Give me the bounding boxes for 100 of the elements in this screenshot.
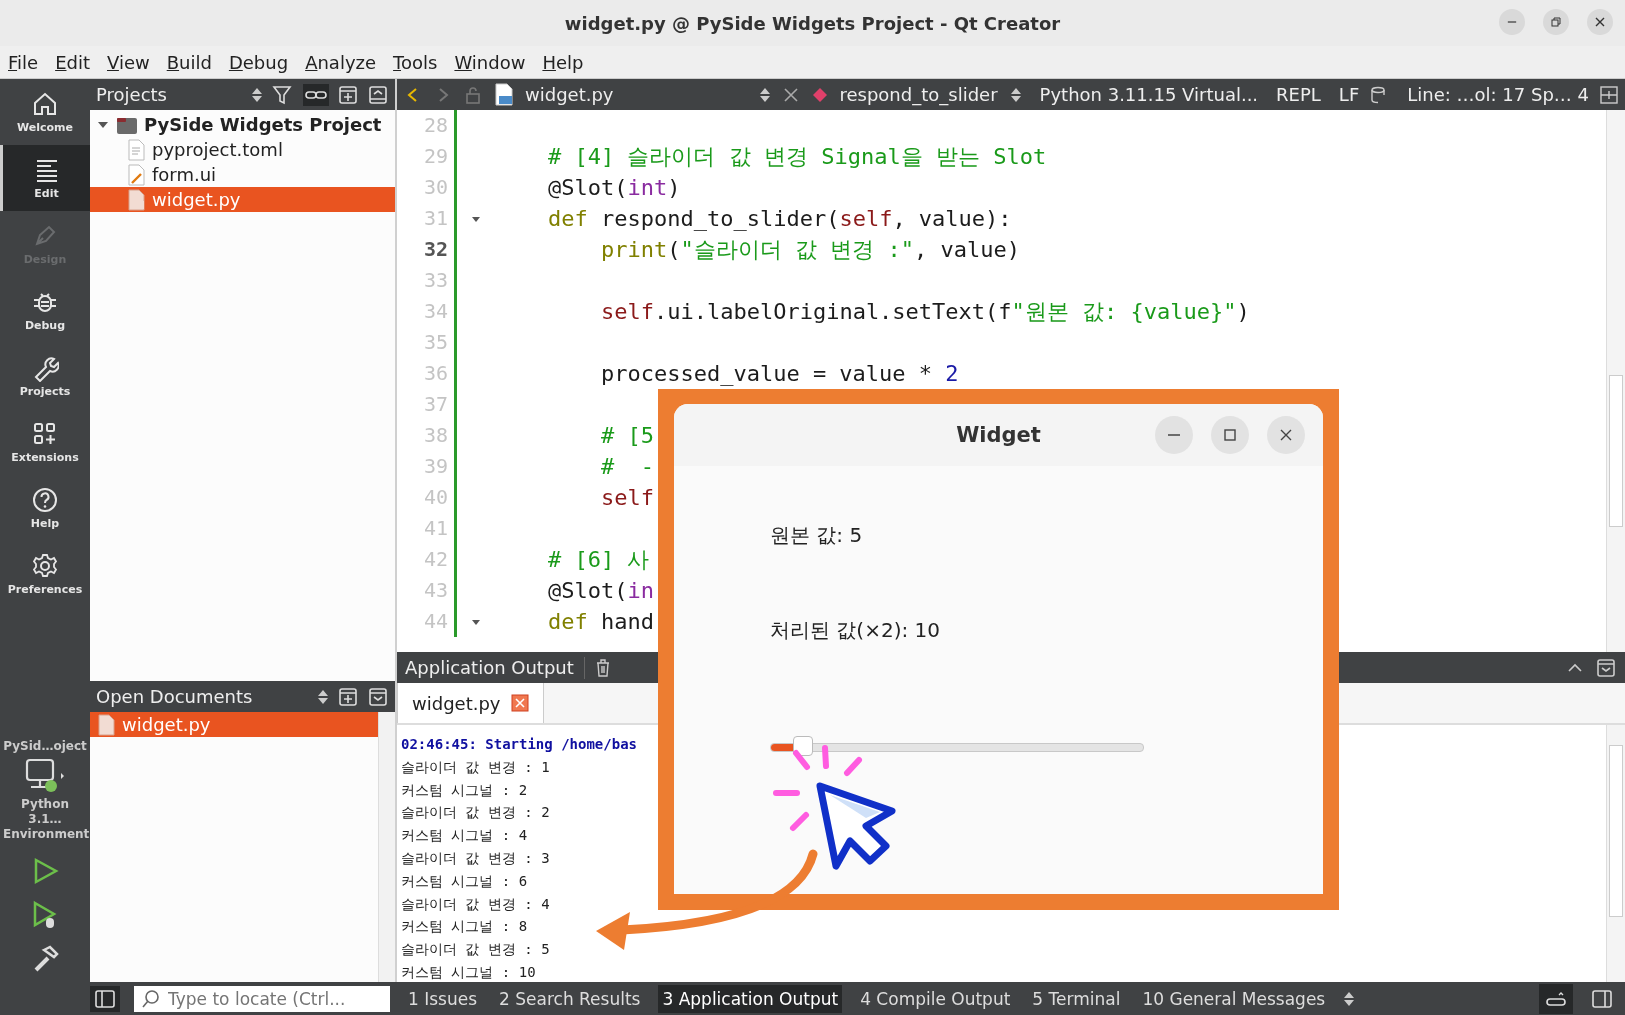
- minimize-button[interactable]: [1499, 9, 1525, 35]
- output-line: 슬라이더 값 변경 : 5: [401, 940, 550, 960]
- tree-item[interactable]: form.ui: [90, 162, 395, 187]
- output-pane-tab[interactable]: 3 Application Output: [658, 984, 843, 1013]
- line-number: 41: [397, 513, 457, 544]
- interpreter-selector[interactable]: Python 3.11.15 Virtual...: [1039, 84, 1259, 105]
- python-file-icon: [126, 188, 146, 211]
- collapse-icon[interactable]: [1595, 656, 1617, 679]
- mode-button[interactable]: Welcome: [0, 79, 90, 145]
- panel-title[interactable]: Open Documents: [96, 686, 309, 707]
- code-line: self: [599, 485, 654, 510]
- line-number: 38: [397, 420, 457, 451]
- mode-button[interactable]: Extensions: [0, 409, 90, 475]
- original-value-label: 원본 값: 5: [770, 522, 863, 549]
- slider-thumb[interactable]: [792, 735, 813, 756]
- restore-icon: [1550, 16, 1562, 28]
- window-title: Widget: [956, 423, 1041, 447]
- panel-title[interactable]: Projects: [96, 84, 243, 105]
- code-line: self.ui.labelOriginal.setText(f"원본 값: {value}"): [599, 297, 1250, 326]
- expand-panel-icon[interactable]: [367, 685, 389, 708]
- output-line: 슬라이더 값 변경 : 4: [401, 894, 550, 914]
- collapse-icon[interactable]: [367, 83, 389, 106]
- line-number: 44: [397, 606, 457, 637]
- menu-item[interactable]: File: [8, 51, 39, 73]
- mode-button[interactable]: Edit: [0, 145, 90, 211]
- close-icon[interactable]: [510, 694, 529, 712]
- output-pane-tab[interactable]: 1 Issues: [404, 984, 482, 1013]
- python-file-icon: [96, 713, 116, 736]
- menu-item[interactable]: Help: [542, 51, 584, 73]
- tree-item[interactable]: pyproject.toml: [90, 137, 395, 162]
- processed-value-label: 처리된 값(×2): 10: [770, 617, 940, 644]
- window-title: widget.py @ PySide Widgets Project - Qt Creator: [564, 12, 1061, 34]
- code-line: # -: [599, 454, 654, 479]
- menu-item[interactable]: Tools: [393, 51, 438, 73]
- document-item[interactable]: widget.py: [90, 712, 378, 737]
- code-line: print("슬라이더 값 변경 :", value): [599, 235, 1020, 264]
- line-number: 28: [397, 110, 457, 141]
- output-pane-tab[interactable]: 10 General Messages: [1138, 984, 1330, 1013]
- project-label: PySid…oject: [2, 739, 88, 753]
- progress-toggle-icon[interactable]: [1539, 983, 1573, 1014]
- settings-icon: [31, 552, 59, 580]
- line-number: 33: [397, 265, 457, 296]
- split-icon[interactable]: [1599, 84, 1619, 105]
- code-line: processed_value = value * 2: [599, 361, 959, 386]
- link-icon[interactable]: [303, 83, 329, 106]
- sidebar-toggle-icon[interactable]: [90, 985, 120, 1012]
- output-tab[interactable]: widget.py: [397, 683, 544, 723]
- menu-item[interactable]: View: [107, 51, 150, 73]
- line-number: 40: [397, 482, 457, 513]
- maximize-icon: [1223, 428, 1237, 442]
- code-line: @Slot(in: [546, 578, 654, 603]
- minimize-icon: [1168, 433, 1180, 437]
- scrollbar[interactable]: [378, 712, 395, 982]
- output-line: 커스텀 시그널 : 10: [401, 962, 536, 982]
- slider[interactable]: [770, 736, 1144, 758]
- tree-item[interactable]: PySide Widgets Project: [90, 112, 395, 137]
- code-line: def hand: [546, 609, 654, 634]
- mode-button[interactable]: Debug: [0, 277, 90, 343]
- diamond-icon: [811, 85, 830, 104]
- mode-button[interactable]: Preferences: [0, 541, 90, 607]
- scrollbar[interactable]: [1606, 725, 1625, 982]
- output-pane-tab[interactable]: 4 Compile Output: [856, 984, 1015, 1013]
- file-selector[interactable]: widget.py: [525, 84, 750, 105]
- locate-field[interactable]: Type to locate (Ctrl...: [134, 985, 390, 1012]
- mode-button[interactable]: Projects: [0, 343, 90, 409]
- maximize-button[interactable]: [1211, 416, 1249, 454]
- python-file-icon: [493, 82, 515, 107]
- tree-item[interactable]: widget.py: [90, 187, 395, 212]
- search-icon: [140, 988, 162, 1009]
- menu-item[interactable]: Debug: [228, 51, 289, 73]
- output-line: 슬라이더 값 변경 : 2: [401, 803, 550, 823]
- symbol-selector[interactable]: respond_to_slider: [839, 84, 998, 105]
- repl-button[interactable]: REPL: [1276, 84, 1321, 105]
- menu-item[interactable]: Build: [166, 51, 212, 73]
- menu-item[interactable]: Edit: [55, 51, 90, 73]
- line-number: 36: [397, 358, 457, 389]
- file-icon: [126, 138, 146, 161]
- output-line: 커스텀 시그널 : 4: [401, 826, 528, 846]
- line-number: 42: [397, 544, 457, 575]
- line-number: 35: [397, 327, 457, 358]
- line-number: 29: [397, 141, 457, 172]
- cursor-position[interactable]: Line: …ol: 17 Sp… 4: [1407, 84, 1589, 105]
- line-number: 32: [397, 234, 457, 265]
- restore-button[interactable]: [1543, 9, 1569, 35]
- output-pane-tab[interactable]: 5 Terminal: [1028, 984, 1125, 1013]
- menu-item[interactable]: Analyze: [305, 51, 377, 73]
- pane-title: Application Output: [405, 657, 574, 678]
- output-line: 커스텀 시그널 : 2: [401, 780, 528, 800]
- scrollbar[interactable]: [1606, 110, 1625, 652]
- mode-button[interactable]: Help: [0, 475, 90, 541]
- output-pane-tab[interactable]: 2 Search Results: [495, 984, 645, 1013]
- split-add-icon[interactable]: [337, 685, 359, 708]
- output-line: 슬라이더 값 변경 : 1: [401, 757, 550, 777]
- split-add-icon[interactable]: [337, 83, 359, 106]
- close-button[interactable]: [1587, 9, 1613, 35]
- kit-label: Python 3.1… Environment: [3, 797, 87, 842]
- line-ending-label[interactable]: LF: [1338, 84, 1360, 105]
- minimize-icon: [1507, 20, 1517, 24]
- menu-item[interactable]: Window: [454, 51, 526, 73]
- code-line: # [6] 사: [546, 545, 650, 574]
